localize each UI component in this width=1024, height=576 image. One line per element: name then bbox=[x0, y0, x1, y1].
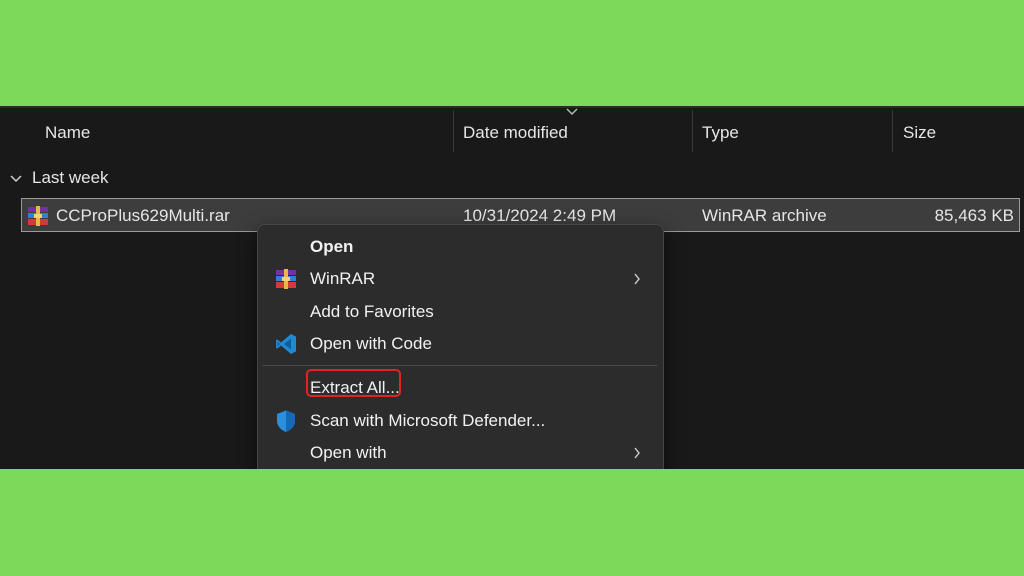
column-divider[interactable] bbox=[892, 110, 893, 152]
column-header-date-modified[interactable]: Date modified bbox=[463, 108, 568, 158]
file-type: WinRAR archive bbox=[702, 206, 827, 225]
menu-item-label: Open with bbox=[310, 443, 387, 462]
menu-item-open-with-code[interactable]: Open with Code bbox=[262, 328, 657, 360]
column-header-row: Name Date modified Type Size bbox=[0, 108, 1024, 158]
menu-item-open-with[interactable]: Open with bbox=[262, 437, 657, 469]
menu-item-label: Add to Favorites bbox=[310, 302, 434, 321]
column-header-name[interactable]: Name bbox=[45, 108, 90, 158]
menu-item-scan-with-defender[interactable]: Scan with Microsoft Defender... bbox=[262, 405, 657, 437]
column-header-type[interactable]: Type bbox=[702, 108, 739, 158]
file-size: 85,463 KB bbox=[934, 206, 1014, 225]
menu-item-open[interactable]: Open bbox=[262, 231, 657, 263]
menu-item-label: WinRAR bbox=[310, 269, 376, 288]
chevron-down-icon bbox=[10, 175, 22, 183]
column-header-size[interactable]: Size bbox=[903, 108, 936, 158]
winrar-icon bbox=[276, 269, 296, 289]
bottom-background-band bbox=[0, 469, 1024, 576]
menu-item-extract-all[interactable]: Extract All... bbox=[262, 369, 657, 404]
menu-separator bbox=[262, 365, 657, 366]
menu-item-label: Open with Code bbox=[310, 334, 432, 353]
defender-shield-icon bbox=[277, 410, 295, 432]
red-highlight-box bbox=[306, 369, 401, 397]
menu-item-label: Open bbox=[310, 237, 354, 256]
menu-item-label: Scan with Microsoft Defender... bbox=[310, 411, 546, 430]
group-label: Last week bbox=[32, 168, 109, 187]
column-divider[interactable] bbox=[692, 110, 693, 152]
vscode-icon bbox=[276, 334, 296, 354]
winrar-archive-icon bbox=[28, 206, 48, 226]
context-menu: Open WinRAR Add to Favorites Open with C… bbox=[257, 224, 664, 486]
menu-item-winrar[interactable]: WinRAR bbox=[262, 263, 657, 295]
file-name: CCProPlus629Multi.rar bbox=[56, 206, 230, 225]
menu-item-add-to-favorites[interactable]: Add to Favorites bbox=[262, 296, 657, 328]
column-divider[interactable] bbox=[453, 110, 454, 152]
chevron-right-icon bbox=[634, 273, 640, 285]
file-date-modified: 10/31/2024 2:49 PM bbox=[463, 206, 617, 225]
chevron-right-icon bbox=[634, 447, 640, 459]
